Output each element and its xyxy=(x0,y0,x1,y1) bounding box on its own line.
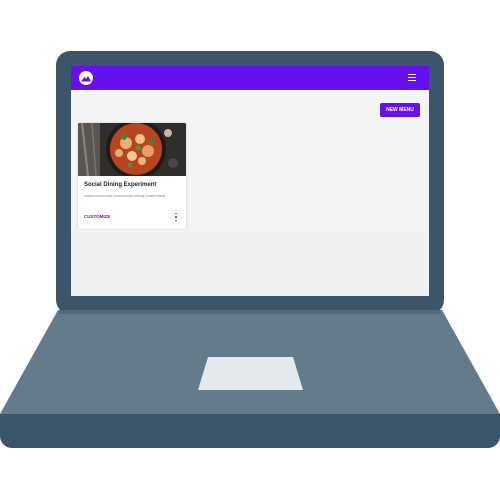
laptop-hinge xyxy=(59,310,441,314)
laptop-base xyxy=(0,414,500,448)
new-menu-button[interactable]: NEW MENU xyxy=(380,103,420,117)
pasta-bowl-image xyxy=(78,123,186,176)
menus-page: NEW MENU Social Dining Experiment www.eo… xyxy=(71,90,429,233)
menu-title: Social Dining Experiment xyxy=(84,182,157,188)
hamburger-menu-icon[interactable] xyxy=(408,74,416,81)
mountain-logo-icon[interactable] xyxy=(79,71,93,85)
menu-url[interactable]: www.eocemenu.com/social-dining-experimen… xyxy=(84,193,165,198)
more-vert-icon[interactable] xyxy=(174,213,178,221)
app-bar xyxy=(71,66,429,90)
customize-button[interactable]: CUSTOMIZE xyxy=(84,214,110,219)
menu-card[interactable]: Social Dining Experiment www.eocemenu.co… xyxy=(78,123,186,229)
laptop-screen: NEW MENU Social Dining Experiment www.eo… xyxy=(71,66,429,296)
laptop-trackpad xyxy=(198,357,303,390)
